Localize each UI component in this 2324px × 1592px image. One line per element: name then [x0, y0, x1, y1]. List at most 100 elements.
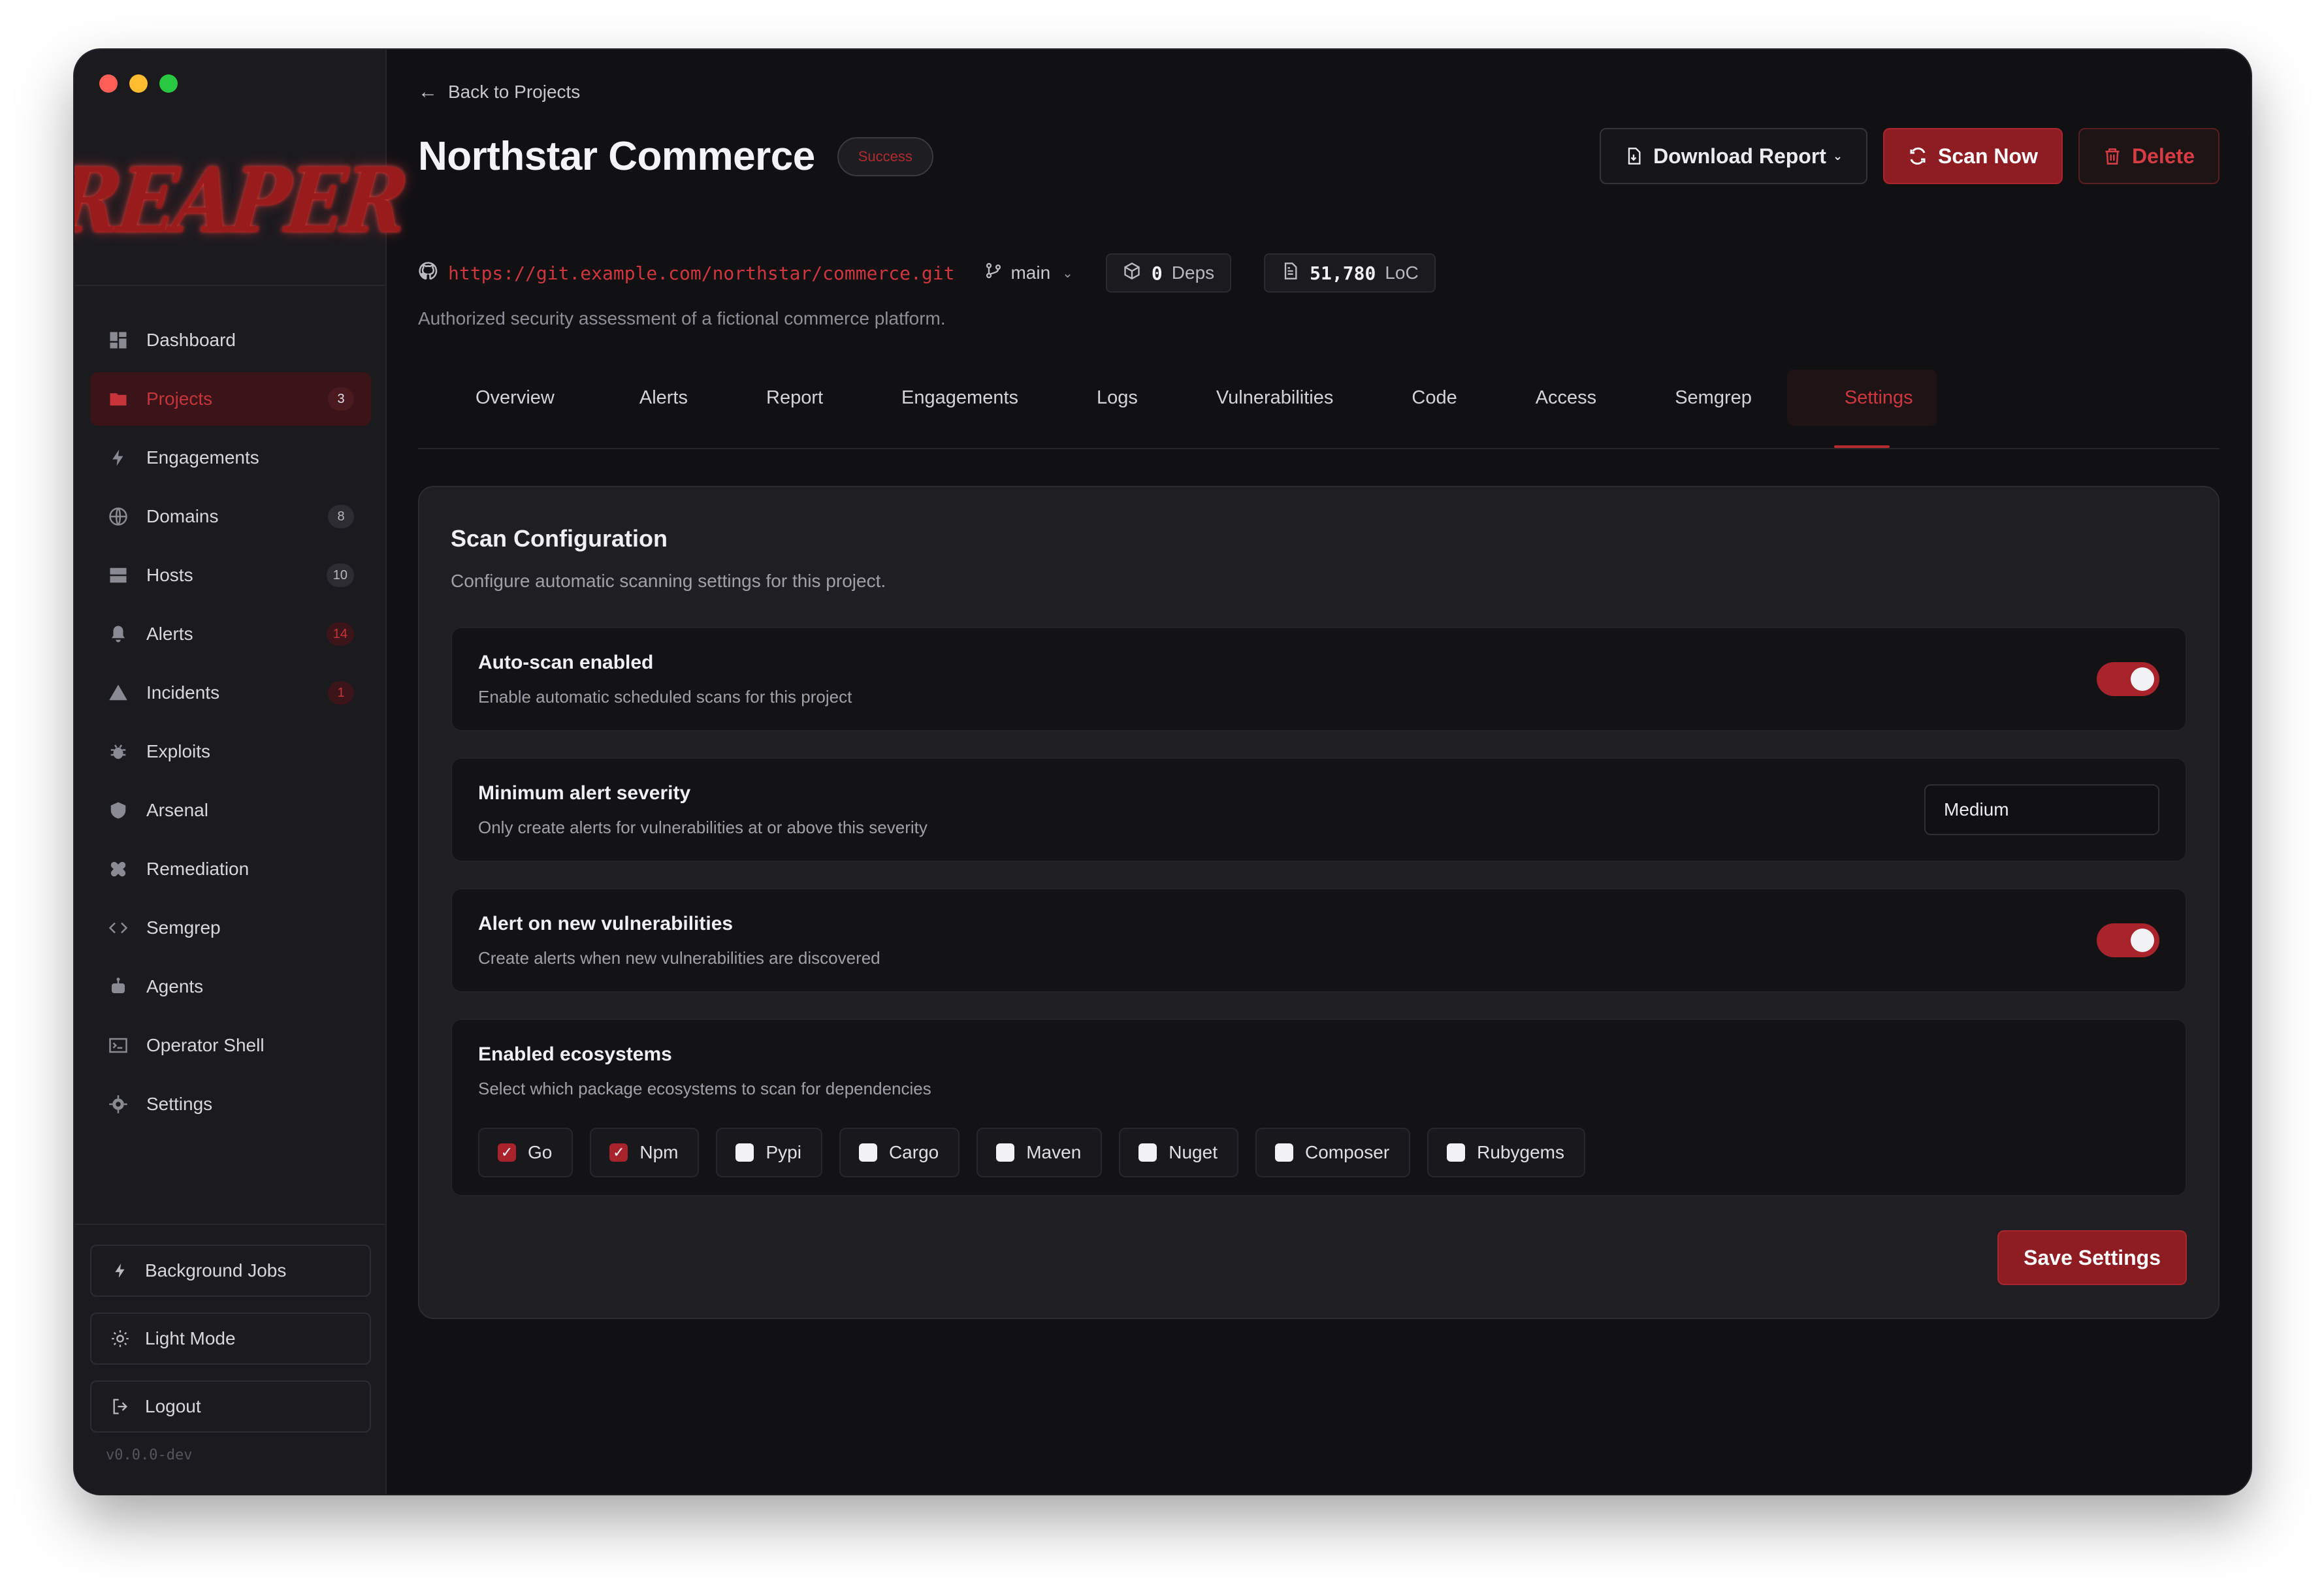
- terminal-icon: [107, 1034, 129, 1057]
- sidebar-item-domains[interactable]: Domains 8: [90, 490, 371, 543]
- close-window-button[interactable]: [99, 74, 118, 93]
- tab-overview[interactable]: Overview: [418, 370, 612, 426]
- sidebar-item-label: Alerts: [146, 624, 193, 644]
- checkbox[interactable]: ✓: [609, 1143, 628, 1162]
- alert-new-vulns-toggle[interactable]: [2097, 923, 2159, 957]
- ecosystem-option-composer[interactable]: Composer: [1255, 1128, 1411, 1177]
- tab-engagements[interactable]: Engagements: [866, 370, 1061, 426]
- checkbox[interactable]: [1274, 1143, 1293, 1162]
- page-title: Northstar Commerce: [418, 134, 815, 179]
- setting-title: Auto-scan enabled: [478, 652, 654, 673]
- header-actions: Download Report ⌄ Scan Now Delete: [1600, 128, 2219, 184]
- main-content: ← Back to Projects Northstar Commerce Su…: [387, 50, 2251, 1494]
- sidebar-item-agents[interactable]: Agents: [90, 960, 371, 1013]
- setting-description: Select which package ecosystems to scan …: [478, 1079, 931, 1098]
- sidebar-item-settings[interactable]: Settings: [90, 1077, 371, 1131]
- sidebar-item-exploits[interactable]: Exploits: [90, 725, 371, 778]
- save-settings-button[interactable]: Save Settings: [1997, 1230, 2187, 1285]
- tab-access[interactable]: Access: [1500, 370, 1639, 426]
- status-badge: Success: [837, 136, 933, 176]
- ecosystem-label: Nuget: [1169, 1142, 1218, 1162]
- trash-icon: [2103, 146, 2122, 166]
- light-mode-button[interactable]: Light Mode: [90, 1313, 371, 1365]
- auto-scan-setting: Auto-scan enabled Enable automatic sched…: [451, 627, 2187, 731]
- checkbox[interactable]: [735, 1143, 754, 1162]
- ecosystem-option-cargo[interactable]: Cargo: [839, 1128, 960, 1177]
- count-badge: 14: [326, 622, 354, 646]
- sun-icon: [110, 1328, 131, 1349]
- tab-vulnerabilities[interactable]: Vulnerabilities: [1181, 370, 1376, 426]
- alert-new-vulns-setting: Alert on new vulnerabilities Create aler…: [451, 888, 2187, 993]
- severity-select[interactable]: Medium: [1924, 784, 2159, 835]
- checkbox[interactable]: [1447, 1143, 1466, 1162]
- git-branch-icon: [984, 262, 1003, 285]
- setting-description: Create alerts when new vulnerabilities a…: [478, 948, 880, 968]
- background-jobs-label: Background Jobs: [145, 1260, 287, 1281]
- minimize-window-button[interactable]: [129, 74, 148, 93]
- deps-label: Deps: [1171, 263, 1215, 283]
- ecosystem-option-go[interactable]: ✓ Go: [478, 1128, 573, 1177]
- tab-settings[interactable]: Settings: [1786, 370, 1937, 448]
- sidebar-item-label: Domains: [146, 506, 219, 526]
- sidebar-item-incidents[interactable]: Incidents 1: [90, 666, 371, 720]
- sidebar-item-hosts[interactable]: Hosts 10: [90, 549, 371, 602]
- download-report-button[interactable]: Download Report ⌄: [1600, 128, 1868, 184]
- repo-url: https://git.example.com/northstar/commer…: [448, 262, 955, 284]
- setting-description: Only create alerts for vulnerabilities a…: [478, 818, 928, 837]
- sidebar-item-dashboard[interactable]: Dashboard: [90, 313, 371, 367]
- count-badge: 10: [326, 564, 354, 587]
- background-jobs-button[interactable]: Background Jobs: [90, 1245, 371, 1297]
- checkbox[interactable]: [858, 1143, 877, 1162]
- tab-alerts[interactable]: Alerts: [612, 370, 731, 426]
- sidebar-item-semgrep[interactable]: Semgrep: [90, 901, 371, 955]
- ecosystems-setting: Enabled ecosystems Select which package …: [451, 1019, 2187, 1196]
- sidebar-item-engagements[interactable]: Engagements: [90, 431, 371, 485]
- checkbox[interactable]: [1138, 1143, 1157, 1162]
- gear-icon: [107, 1093, 129, 1115]
- back-to-projects-link[interactable]: ← Back to Projects: [418, 81, 580, 103]
- min-severity-setting: Minimum alert severity Only create alert…: [451, 757, 2187, 862]
- loc-count: 51,780: [1310, 262, 1376, 284]
- sidebar-item-label: Incidents: [146, 682, 220, 703]
- ecosystem-option-pypi[interactable]: Pypi: [716, 1128, 822, 1177]
- maximize-window-button[interactable]: [159, 74, 178, 93]
- logo-area: REAPER: [74, 115, 410, 286]
- ecosystem-option-rubygems[interactable]: Rubygems: [1427, 1128, 1585, 1177]
- chevron-down-icon: ⌄: [1062, 266, 1073, 281]
- bell-icon: [107, 623, 129, 645]
- branch-name: main: [1010, 263, 1051, 283]
- bolt-icon: [110, 1260, 131, 1281]
- sidebar-item-projects[interactable]: Projects 3: [90, 372, 371, 426]
- checkbox[interactable]: [996, 1143, 1015, 1162]
- auto-scan-toggle[interactable]: [2097, 662, 2159, 696]
- logout-button[interactable]: Logout: [90, 1380, 371, 1433]
- tab-logs[interactable]: Logs: [1061, 370, 1181, 426]
- server-icon: [107, 564, 129, 586]
- sidebar-item-remediation[interactable]: Remediation: [90, 842, 371, 896]
- logout-label: Logout: [145, 1396, 201, 1416]
- setting-description: Enable automatic scheduled scans for thi…: [478, 687, 852, 707]
- checkbox[interactable]: ✓: [498, 1143, 516, 1162]
- app-logo[interactable]: REAPER: [74, 148, 410, 252]
- back-label: Back to Projects: [448, 82, 581, 102]
- scan-now-button[interactable]: Scan Now: [1883, 128, 2063, 184]
- ecosystem-option-nuget[interactable]: Nuget: [1119, 1128, 1238, 1177]
- sidebar-item-arsenal[interactable]: Arsenal: [90, 784, 371, 837]
- branch-selector[interactable]: main ⌄: [984, 262, 1073, 285]
- window-controls: [99, 74, 178, 93]
- tab-report[interactable]: Report: [731, 370, 866, 426]
- repo-link[interactable]: https://git.example.com/northstar/commer…: [418, 261, 954, 285]
- ecosystem-label: Npm: [639, 1142, 679, 1162]
- sidebar-item-alerts[interactable]: Alerts 14: [90, 607, 371, 661]
- tab-semgrep[interactable]: Semgrep: [1639, 370, 1787, 426]
- ecosystem-option-maven[interactable]: Maven: [976, 1128, 1103, 1177]
- light-mode-label: Light Mode: [145, 1328, 236, 1348]
- project-description: Authorized security assessment of a fict…: [418, 308, 946, 328]
- ecosystem-option-npm[interactable]: ✓ Npm: [590, 1128, 700, 1177]
- sidebar-nav: Dashboard Projects 3 Engagements Domains…: [90, 313, 371, 1136]
- sidebar-item-operator-shell[interactable]: Operator Shell: [90, 1019, 371, 1072]
- tab-code[interactable]: Code: [1376, 370, 1500, 426]
- ecosystem-label: Rubygems: [1477, 1142, 1564, 1162]
- file-download-icon: [1624, 146, 1643, 166]
- delete-button[interactable]: Delete: [2078, 128, 2219, 184]
